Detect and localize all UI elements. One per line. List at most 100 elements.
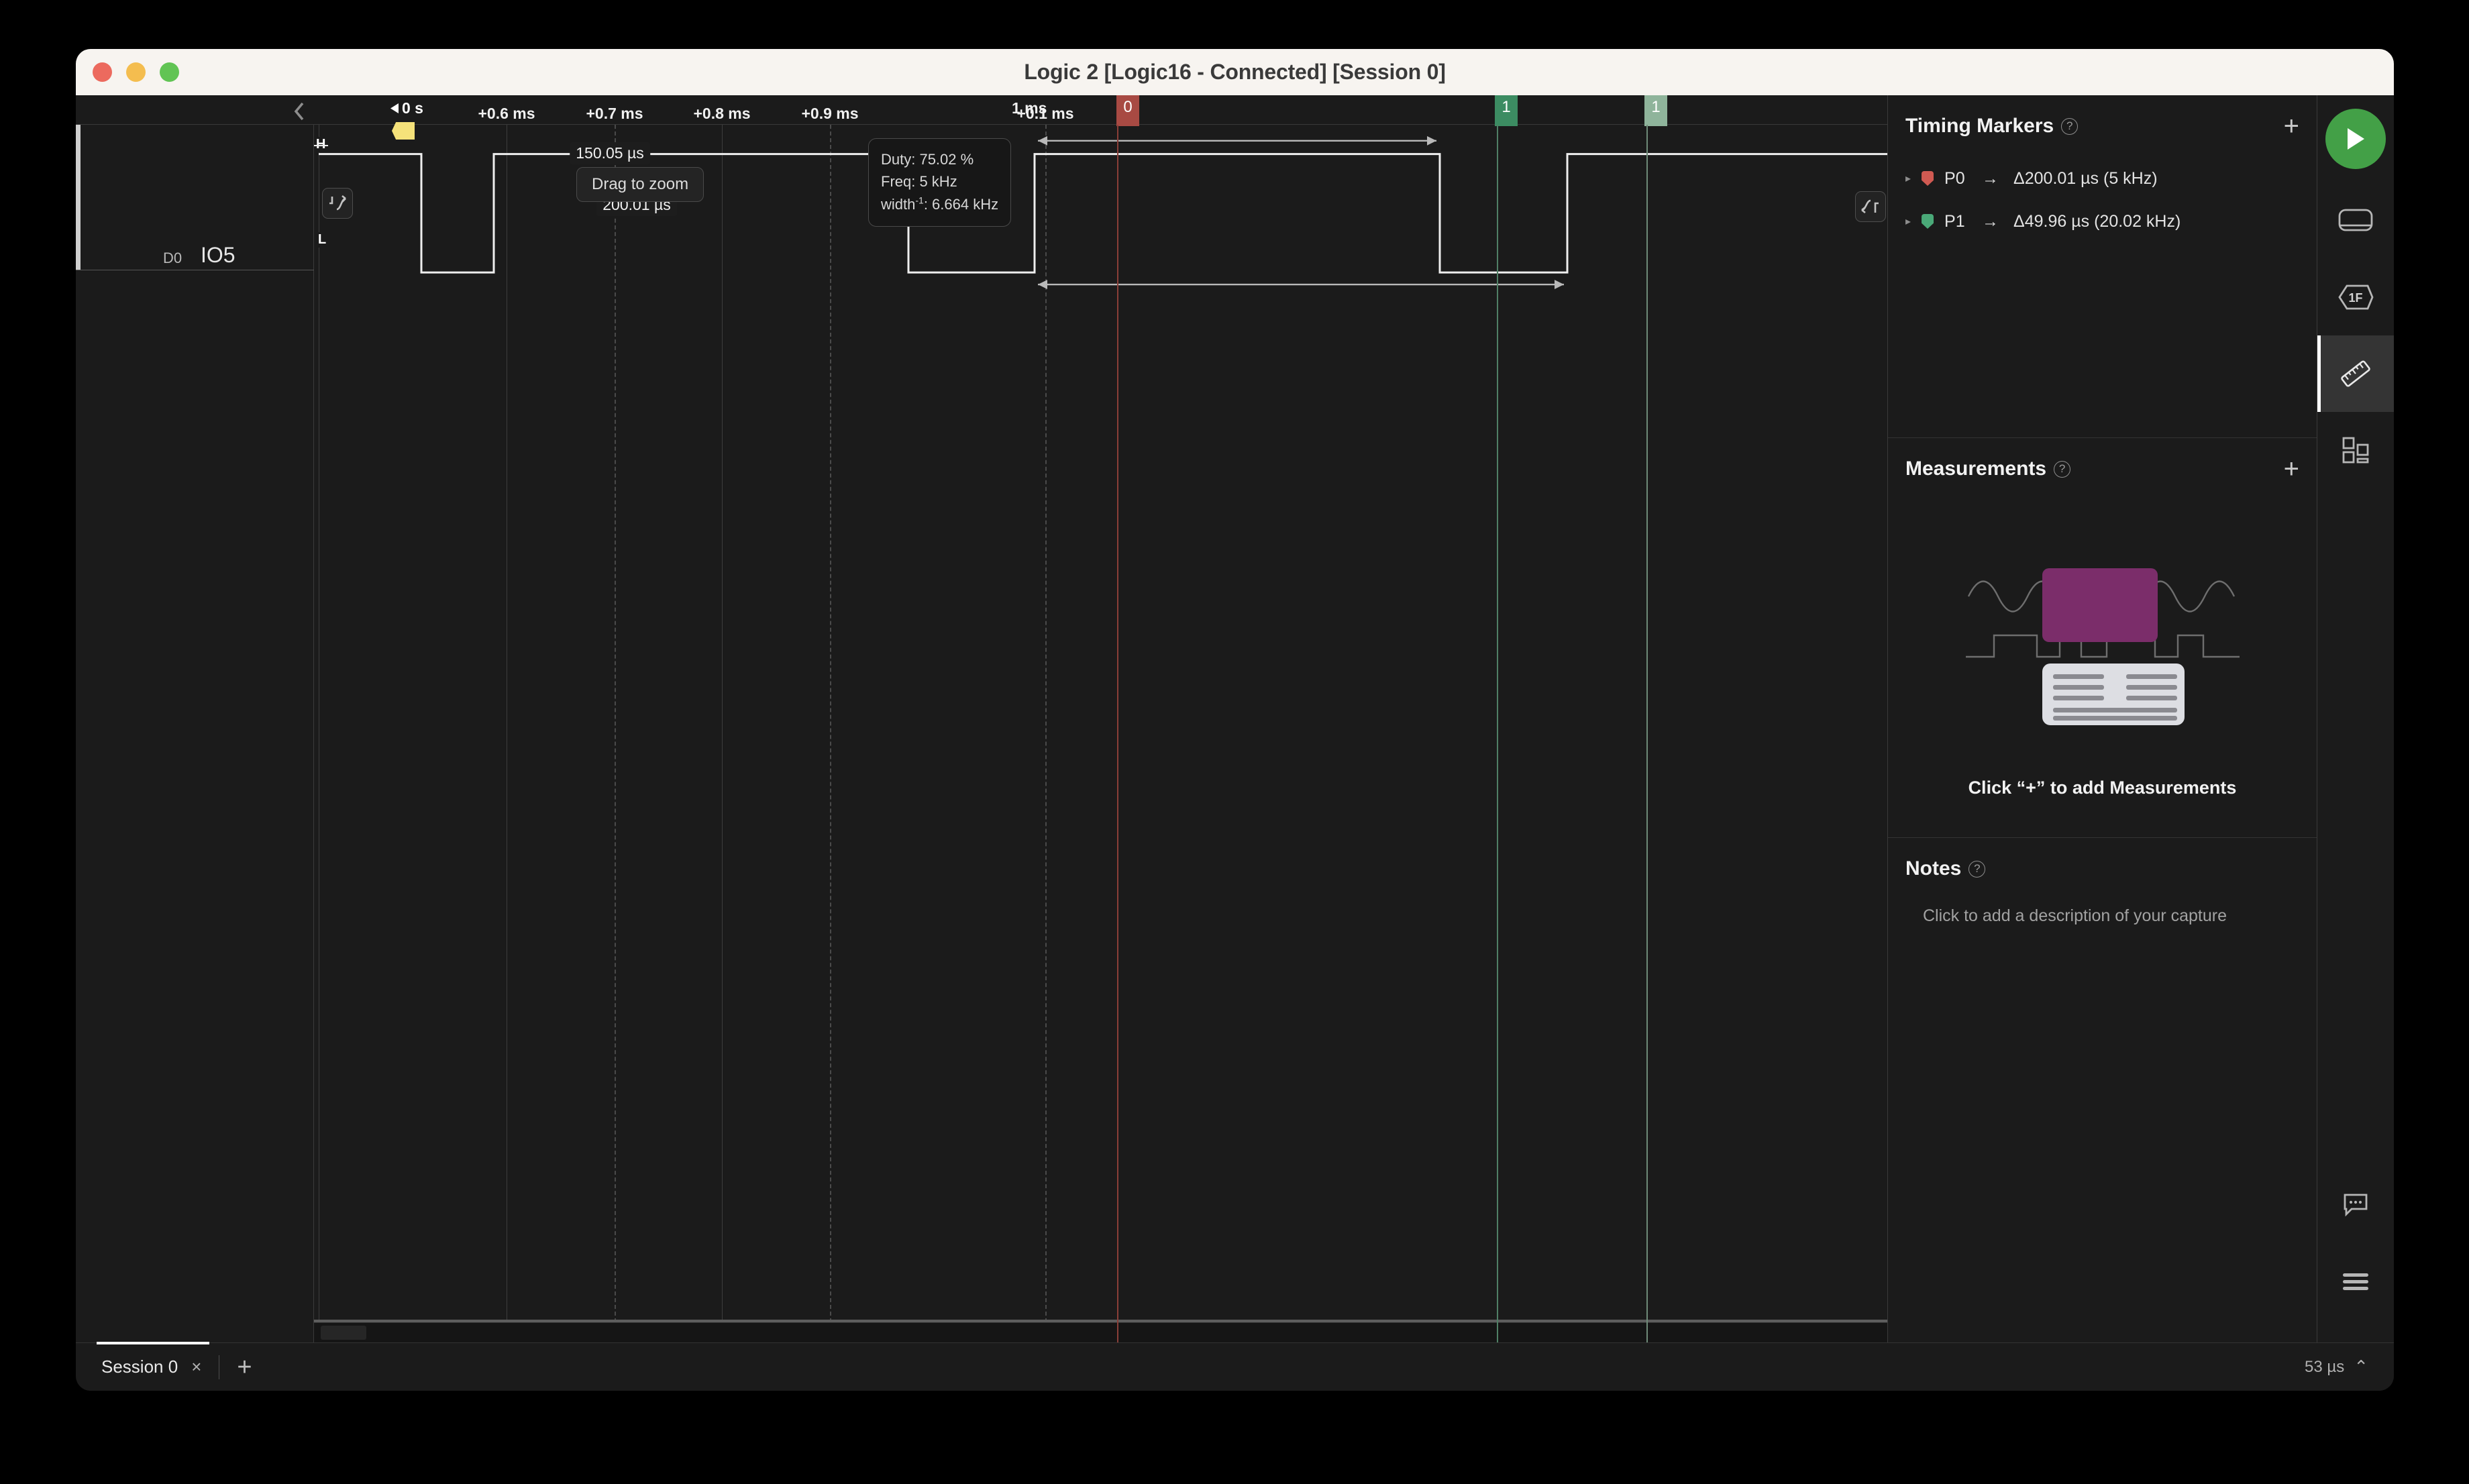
content-row: 0 s D0 IO5 H L 150.05 µs 200.01 µs Drag … bbox=[76, 95, 2394, 1342]
close-session-icon[interactable]: × bbox=[191, 1357, 201, 1377]
tooltip-width-inverse: width-1: 6.664 kHz bbox=[881, 195, 999, 213]
capture-duration-status: 53 µs bbox=[2305, 1357, 2345, 1376]
session-tab[interactable]: Session 0 × bbox=[101, 1357, 201, 1377]
active-tab-underline bbox=[97, 1342, 209, 1344]
start-capture-button[interactable] bbox=[2317, 95, 2394, 182]
edge-right-icon bbox=[1861, 199, 1879, 214]
extensions-button[interactable] bbox=[2317, 412, 2394, 488]
ruler-tick-label-3: +0.9 ms bbox=[801, 105, 859, 122]
marker-delta-value: Δ49.96 µs (20.02 kHz) bbox=[2013, 211, 2181, 231]
high-tick bbox=[314, 145, 328, 146]
edge-left-icon bbox=[329, 195, 346, 211]
marker-delta-value: Δ200.01 µs (5 kHz) bbox=[2013, 168, 2158, 188]
main-column: 0 s D0 IO5 H L 150.05 µs 200.01 µs Drag … bbox=[76, 95, 2394, 1391]
marker-name: P0 bbox=[1944, 168, 1965, 188]
left-triangle-icon bbox=[390, 103, 399, 113]
arrow-icon: → bbox=[1982, 211, 1999, 231]
notes-header: Notes ? bbox=[1905, 838, 2299, 900]
analyzers-button[interactable]: 1F bbox=[2317, 259, 2394, 335]
feedback-button[interactable] bbox=[2317, 1167, 2394, 1243]
drag-to-zoom-hint: Drag to zoom bbox=[576, 167, 704, 202]
menu-button[interactable] bbox=[2317, 1243, 2394, 1320]
channel-name-label: IO5 bbox=[201, 243, 235, 267]
marker-pin-icon bbox=[1922, 214, 1934, 229]
marker-line-2 bbox=[1646, 125, 1648, 1342]
help-icon[interactable]: ? bbox=[2061, 117, 2079, 135]
device-icon bbox=[2338, 209, 2372, 231]
ruler-icon bbox=[2340, 360, 2370, 387]
help-icon[interactable]: ? bbox=[2054, 460, 2071, 478]
marker-pin-icon bbox=[1922, 171, 1934, 186]
timing-marker-row-p1[interactable]: ▸ P1 → Δ49.96 µs (20.02 kHz) bbox=[1905, 200, 2299, 243]
add-timing-marker-button[interactable]: + bbox=[2284, 113, 2299, 140]
app-body: 0 s D0 IO5 H L 150.05 µs 200.01 µs Drag … bbox=[76, 95, 2394, 1391]
ruler-tick-label-5: +0.1 ms bbox=[1016, 105, 1074, 122]
channel-color-bar bbox=[76, 125, 81, 270]
measurements-header: Measurements ? + bbox=[1905, 438, 2299, 500]
waveform-plot[interactable]: H L 150.05 µs 200.01 µs Drag to zoom Dut… bbox=[314, 125, 1887, 1342]
marker-flag-0[interactable]: 0 bbox=[1116, 95, 1139, 126]
measurements-button[interactable] bbox=[2317, 335, 2394, 412]
timing-markers-header: Timing Markers ? + bbox=[1905, 95, 2299, 157]
channel-index-label: D0 bbox=[163, 250, 182, 266]
ruler-tick-label-1: +0.7 ms bbox=[586, 105, 643, 122]
marker-name: P1 bbox=[1944, 211, 1965, 231]
help-icon[interactable]: ? bbox=[1968, 860, 1986, 878]
svg-text:1F: 1F bbox=[2348, 291, 2362, 305]
right-panel: Timing Markers ? + ▸ P0 → Δ200.01 µs (5 … bbox=[1887, 95, 2317, 1342]
timing-markers-section: Timing Markers ? + ▸ P0 → Δ200.01 µs (5 … bbox=[1888, 95, 2317, 438]
title-bar: Logic 2 [Logic16 - Connected] [Session 0… bbox=[76, 49, 2394, 95]
play-icon bbox=[2325, 109, 2386, 169]
channel-row-d0[interactable] bbox=[76, 125, 314, 270]
status-area[interactable]: 53 µs ⌃ bbox=[2305, 1357, 2368, 1377]
capture-start-label: 0 s bbox=[390, 99, 423, 117]
horizontal-scrollbar[interactable] bbox=[314, 1322, 1887, 1342]
notes-title: Notes bbox=[1905, 857, 1962, 880]
device-settings-button[interactable] bbox=[2317, 182, 2394, 259]
pulse-measurement-tooltip: Duty: 75.02 % Freq: 5 kHz width-1: 6.664… bbox=[868, 138, 1012, 227]
chevron-up-icon[interactable]: ⌃ bbox=[2354, 1357, 2368, 1377]
ruler-tick-label-0: +0.6 ms bbox=[478, 105, 535, 122]
collapse-sidebar-chevron-icon[interactable] bbox=[286, 98, 313, 125]
app-window: Logic 2 [Logic16 - Connected] [Session 0… bbox=[76, 49, 2394, 1391]
notes-placeholder: Click to add a description of your captu… bbox=[1923, 906, 2227, 925]
bottom-bar: Session 0 × + 53 µs ⌃ bbox=[76, 1342, 2394, 1391]
tooltip-duty: Duty: 75.02 % bbox=[881, 151, 974, 168]
1F-icon: 1F bbox=[2337, 284, 2374, 310]
blocks-icon bbox=[2342, 437, 2368, 464]
timing-markers-spacer bbox=[1905, 255, 2299, 437]
expand-caret-icon[interactable]: ▸ bbox=[1905, 215, 1911, 228]
measurements-title: Measurements bbox=[1905, 458, 2047, 480]
notes-section: Notes ? Click to add a description of yo… bbox=[1888, 838, 2317, 953]
add-session-button[interactable]: + bbox=[237, 1355, 252, 1380]
hamburger-icon bbox=[2342, 1273, 2368, 1290]
session-tab-label: Session 0 bbox=[101, 1357, 178, 1377]
right-toolbar: 1F bbox=[2317, 95, 2394, 1342]
arrow-icon: → bbox=[1982, 168, 1999, 188]
marker-flag-1[interactable]: 1 bbox=[1495, 95, 1518, 126]
next-edge-button[interactable] bbox=[1855, 191, 1886, 222]
window-title: Logic 2 [Logic16 - Connected] [Session 0… bbox=[1024, 60, 1446, 84]
previous-edge-button[interactable] bbox=[322, 188, 353, 219]
scrollbar-thumb[interactable] bbox=[321, 1326, 366, 1340]
ruler-tick-label-2: +0.8 ms bbox=[693, 105, 751, 122]
logic-trace-d0 bbox=[314, 125, 1887, 1342]
marker-flag-2[interactable]: 1 bbox=[1644, 95, 1667, 126]
measurements-section: Measurements ? + Click “+” to add Measur… bbox=[1888, 438, 2317, 838]
measurements-illustration bbox=[1965, 568, 2240, 725]
timing-markers-title: Timing Markers bbox=[1905, 115, 2054, 137]
tooltip-freq: Freq: 5 kHz bbox=[881, 173, 957, 191]
waveform-graph-area[interactable]: 0 s D0 IO5 H L 150.05 µs 200.01 µs Drag … bbox=[76, 95, 1887, 1342]
notes-body[interactable]: Click to add a description of your captu… bbox=[1905, 900, 2299, 953]
measurements-empty-state: Click “+” to add Measurements bbox=[1905, 500, 2299, 837]
expand-caret-icon[interactable]: ▸ bbox=[1905, 172, 1911, 185]
pulse-width-chip: 150.05 µs bbox=[570, 142, 650, 164]
marker-line-1 bbox=[1497, 125, 1498, 1342]
add-measurement-button[interactable]: + bbox=[2284, 456, 2299, 482]
logic-low-label: L bbox=[316, 232, 329, 248]
chat-icon bbox=[2344, 1194, 2367, 1217]
time-ruler[interactable] bbox=[76, 95, 1887, 125]
measurements-cta: Click “+” to add Measurements bbox=[1968, 778, 2237, 798]
timing-marker-row-p0[interactable]: ▸ P0 → Δ200.01 µs (5 kHz) bbox=[1905, 157, 2299, 200]
channel-list bbox=[76, 125, 314, 1342]
